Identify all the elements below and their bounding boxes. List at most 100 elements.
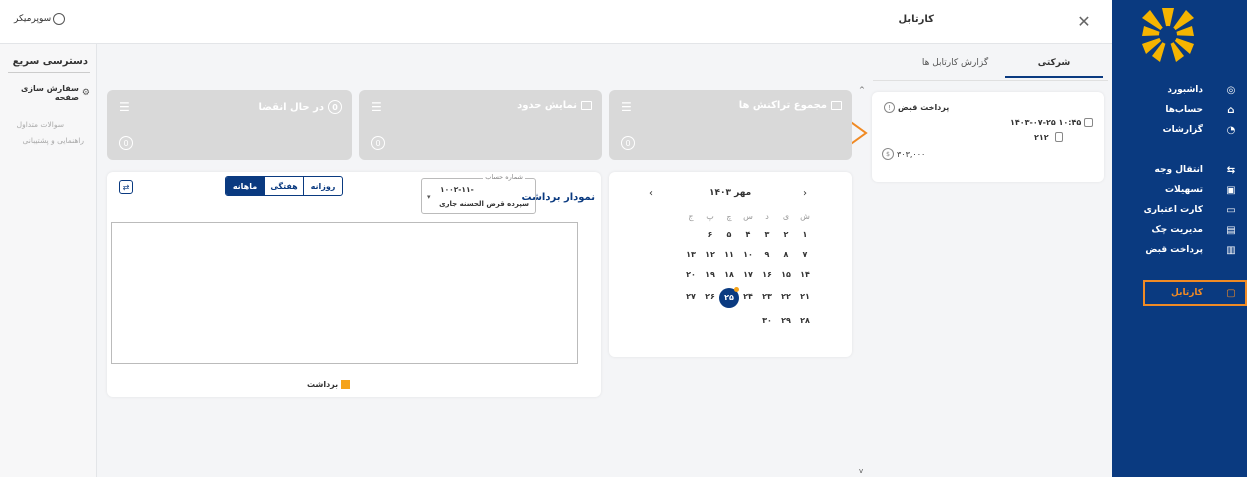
weekday-label: پ [706, 212, 714, 221]
calendar-day[interactable]: ۵ [719, 230, 739, 244]
gear-icon: ⚙ [81, 88, 90, 98]
stat-card-transactions[interactable]: مجموع تراکنش ها ☰ 0 [609, 90, 852, 160]
money-icon: $ [882, 148, 894, 160]
chart-card: نمودار برداشت شماره حساب ۱۰۰۲-۱۱- سپرده … [107, 172, 601, 397]
loan-icon: ▣ [1226, 184, 1236, 196]
request-amount: $ ۳۰۳,۰۰۰ [882, 148, 925, 160]
calendar-day[interactable]: ۶ [700, 230, 720, 244]
calendar-day[interactable]: ۱۵ [776, 270, 796, 284]
sidebar-item-label: حساب‌ها [1165, 105, 1203, 115]
close-icon[interactable]: ✕ [1076, 14, 1092, 30]
sidebar-item-3[interactable]: ⇆ انتقال وجه [1112, 160, 1239, 180]
stat-card-expiring[interactable]: 0 در حال انقضا ☰ 0 [107, 90, 352, 160]
calendar-day[interactable]: ۳۰ [757, 316, 777, 330]
stat-count-badge: 0 [328, 100, 342, 114]
calendar-day[interactable]: ۱۱ [719, 250, 739, 264]
customize-page-link[interactable]: ⚙ سفارش سازی صفحه [0, 84, 90, 102]
calendar-day[interactable]: ۲۱ [795, 292, 815, 306]
sidebar-item-label: انتقال وجه [1154, 165, 1203, 175]
refresh-icon[interactable]: ⇄ [119, 180, 133, 194]
dashboard-icon: ◎ [1226, 84, 1236, 96]
calendar-day[interactable]: ۲۳ [757, 292, 777, 306]
weekday-label: چ [726, 212, 732, 221]
user-menu[interactable]: سوپرمیکر [14, 13, 66, 25]
period-daily[interactable]: روزانه [304, 177, 342, 195]
calendar-day[interactable]: ۸ [776, 250, 796, 264]
stat-count: 0 [621, 136, 635, 150]
sidebar-item-0[interactable]: ◎ داشبورد [1112, 80, 1239, 100]
weekday-label: ی [782, 212, 790, 221]
filter-icon[interactable]: ☰ [371, 100, 382, 114]
calendar-day[interactable]: ۲۷ [681, 292, 701, 306]
calendar-day[interactable]: ۲۴ [738, 292, 758, 306]
chevron-down-icon: ▾ [427, 193, 431, 201]
calendar-day[interactable]: ۱۳ [681, 250, 701, 264]
account-label: شماره حساب [483, 173, 525, 181]
calendar-day[interactable]: ۲۶ [700, 292, 720, 306]
calendar-day[interactable]: ۱۷ [738, 270, 758, 284]
stat-icon [581, 101, 592, 110]
sidebar-item-label: کارت اعتباری [1143, 205, 1203, 215]
calendar-day[interactable]: ۱۰ [738, 250, 758, 264]
sidebar-item-7[interactable]: ▥ پرداخت قبض [1112, 240, 1239, 260]
calendar-day[interactable]: ۲۰ [681, 270, 701, 284]
weekday-label: س [743, 212, 753, 221]
calendar-day[interactable]: ۲۲ [776, 292, 796, 306]
calendar-day[interactable]: ۴ [738, 230, 758, 244]
page-title: کارتابل [898, 14, 934, 25]
calendar-day[interactable]: ۲۹ [776, 316, 796, 330]
info-icon: ! [884, 102, 895, 113]
sidebar: ◎ داشبورد ⌂ حساب‌ها ◔ گزارشات ⇆ انتقال وجه ▣ تسهی… [1112, 0, 1247, 477]
chart-area [111, 222, 578, 364]
calendar-day[interactable]: ۲۸ [795, 316, 815, 330]
calendar-card: ‹ مهر ۱۴۰۳ › ش ی د س چ پ ج ۱ ۲ ۳ ۴ ۵ ۶ ۷ ۸ ۹ ۱۰ ۱۱ ۱۲ ۱۳ ۱۴ ۱… [609, 172, 852, 357]
calendar-day[interactable]: ۱۶ [757, 270, 777, 284]
calendar-day[interactable]: ۱۴ [795, 270, 815, 284]
sidebar-item-4[interactable]: ▣ تسهیلات [1112, 180, 1239, 200]
calendar-day[interactable]: ۱۸ [719, 270, 739, 284]
calendar-icon [1084, 118, 1094, 127]
calendar-day[interactable]: ۳ [757, 230, 777, 244]
calendar-day[interactable]: ۱۲ [700, 250, 720, 264]
calendar-day[interactable]: ۲ [776, 230, 796, 244]
transfer-icon: ⇆ [1226, 164, 1236, 176]
stat-count: 0 [371, 136, 385, 150]
sidebar-item-2[interactable]: ◔ گزارشات [1112, 120, 1239, 140]
period-weekly[interactable]: هفتگی [264, 177, 304, 195]
user-icon [53, 13, 66, 25]
period-monthly[interactable]: ماهانه [226, 177, 264, 195]
filter-icon[interactable]: ☰ [119, 100, 130, 114]
tab-cartable-report[interactable]: گزارش کارتابل ها [915, 58, 995, 78]
support-link[interactable]: راهنمایی و پشتیبانی [23, 136, 84, 145]
legend-swatch [341, 380, 351, 389]
calendar-day[interactable]: ۱۹ [700, 270, 720, 284]
calendar-day[interactable]: ۹ [757, 250, 777, 264]
request-title: ! پرداخت قبض [884, 102, 949, 113]
tab-company[interactable]: شرکتی [1005, 58, 1103, 78]
event-dot [734, 287, 739, 292]
stat-icon [831, 101, 842, 110]
request-user: ۲۱۲ [1034, 132, 1063, 142]
sidebar-item-5[interactable]: ▭ کارت اعتباری [1112, 200, 1239, 220]
calendar-day[interactable]: ۱ [795, 230, 815, 244]
calendar-day[interactable]: ۷ [795, 250, 815, 264]
faq-link[interactable]: سوالات متداول [17, 120, 64, 129]
weekday-label: ش [800, 212, 810, 221]
request-card[interactable]: ! پرداخت قبض ۱۴۰۳-۰۷-۲۵ ۱۰:۴۵ ۲۱۲ $ ۳۰۳,… [872, 92, 1104, 182]
sidebar-item-label: پرداخت قبض [1145, 245, 1203, 255]
stat-card-limits[interactable]: نمایش حدود ☰ 0 [359, 90, 602, 160]
top-bar: ✕ کارتابل سوپرمیکر [0, 0, 1112, 44]
request-datetime: ۱۴۰۳-۰۷-۲۵ ۱۰:۴۵ [1010, 118, 1094, 127]
sidebar-item-label: داشبورد [1167, 85, 1203, 95]
cheque-icon: ▤ [1226, 224, 1236, 236]
sidebar-item-label: مدیریت چک [1151, 225, 1204, 235]
calendar-day-selected[interactable]: ۲۵ [719, 287, 739, 308]
account-select[interactable]: شماره حساب ۱۰۰۲-۱۱- سپرده قرض الحسنه جار… [421, 173, 536, 214]
weekday-label: د [765, 212, 769, 221]
filter-icon[interactable]: ☰ [621, 100, 632, 114]
calendar-grid: ش ی د س چ پ ج ۱ ۲ ۳ ۴ ۵ ۶ ۷ ۸ ۹ ۱۰ ۱۱ ۱۲ ۱۳ ۱۴ ۱۵ ۱۶ ۱۷ ۱۸ ۱۹ ۲۰ ۲۱… [609, 172, 852, 357]
bank-icon: ⌂ [1227, 104, 1235, 116]
credit-card-icon: ▭ [1226, 204, 1236, 216]
sidebar-item-1[interactable]: ⌂ حساب‌ها [1112, 100, 1239, 120]
sidebar-item-6[interactable]: ▤ مدیریت چک [1112, 220, 1239, 240]
